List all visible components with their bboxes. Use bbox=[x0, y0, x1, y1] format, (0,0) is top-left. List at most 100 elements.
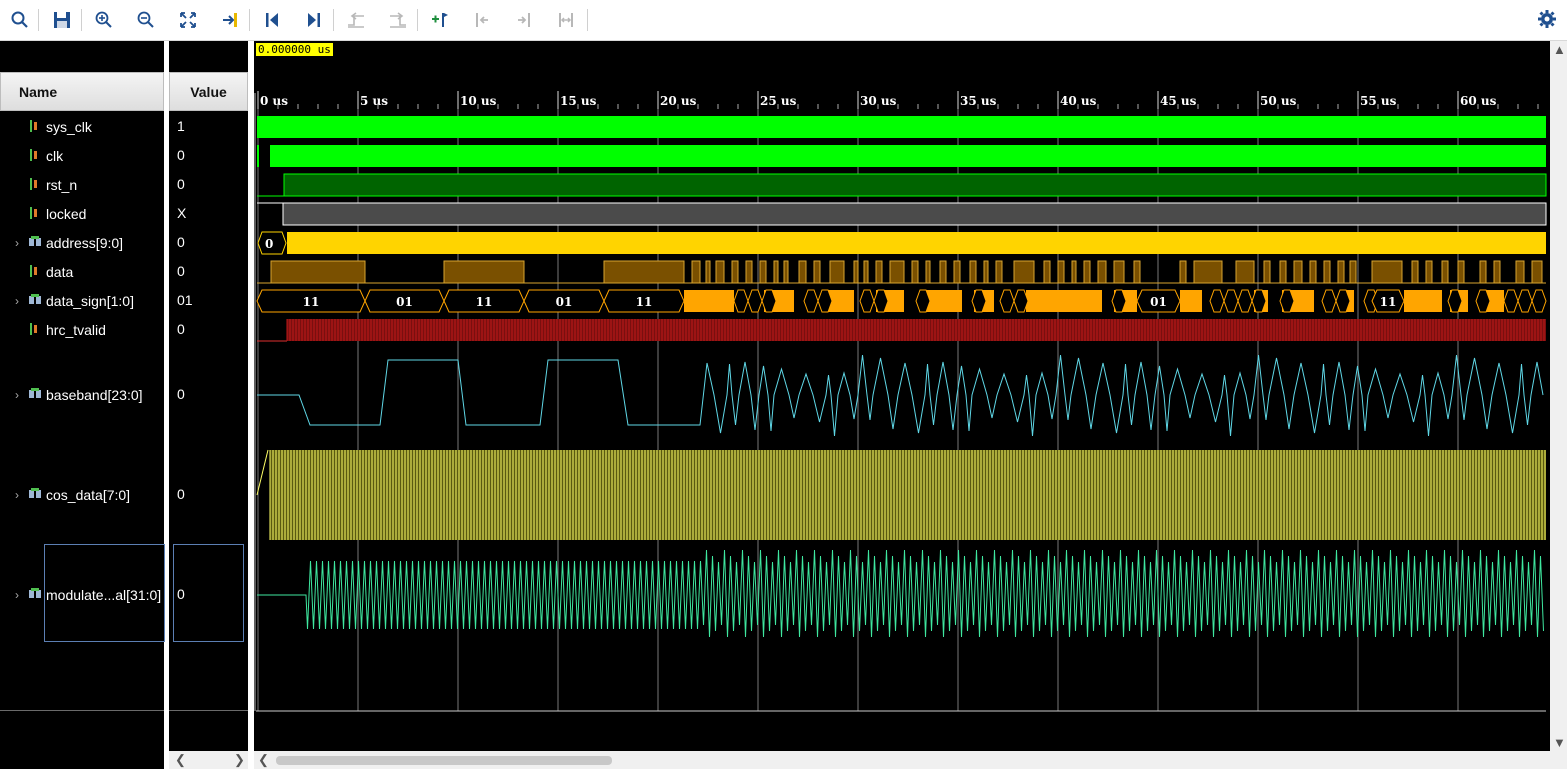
signal-value: 0 bbox=[177, 147, 185, 163]
value-column-header[interactable]: Value bbox=[169, 72, 248, 111]
wire-signal-icon bbox=[28, 322, 40, 339]
data-high-pulse bbox=[953, 260, 961, 284]
signal-name-label: hrc_tvalid bbox=[46, 322, 106, 338]
zoom-out-icon[interactable] bbox=[134, 8, 158, 32]
data-sign-value-label: 01 bbox=[556, 295, 573, 309]
data-high-pulse bbox=[705, 260, 711, 284]
data-sign-value-label: 11 bbox=[476, 295, 493, 309]
locked-wave bbox=[282, 202, 1547, 226]
data-sign-value-label: 01 bbox=[1150, 295, 1167, 309]
value-scroll-right-icon[interactable]: ❯ bbox=[234, 752, 245, 768]
go-to-end-icon[interactable] bbox=[302, 8, 326, 32]
data-high-pulse bbox=[1133, 260, 1141, 284]
clk-wave-pulse bbox=[257, 145, 259, 167]
data-high-pulse bbox=[1323, 260, 1331, 284]
signal-row-2[interactable]: rst_n bbox=[0, 175, 164, 195]
add-marker-icon[interactable] bbox=[428, 8, 452, 32]
signal-row-6[interactable]: › data_sign[1:0] bbox=[0, 291, 164, 311]
data-high-pulse bbox=[875, 260, 883, 284]
save-icon[interactable] bbox=[50, 8, 74, 32]
data-high-pulse bbox=[1337, 260, 1345, 284]
go-to-cursor-icon[interactable] bbox=[218, 8, 242, 32]
data-high-pulse bbox=[1309, 260, 1317, 284]
data-sign-orange-segment bbox=[926, 290, 962, 312]
name-column-header[interactable]: Name bbox=[0, 72, 164, 111]
data-high-pulse bbox=[270, 260, 366, 284]
signal-name-label: address[9:0] bbox=[46, 235, 124, 251]
signal-value: 0 bbox=[177, 234, 185, 250]
bus-signal-icon bbox=[28, 387, 41, 403]
selected-row-outline bbox=[44, 544, 165, 642]
bus-signal-icon bbox=[28, 293, 41, 309]
address-value-label: 0 bbox=[265, 237, 273, 251]
data-high-pulse bbox=[759, 260, 767, 284]
data-high-pulse bbox=[603, 260, 685, 284]
data-high-pulse bbox=[969, 260, 977, 284]
signal-value: 01 bbox=[177, 292, 193, 308]
value-scroll-left-icon[interactable]: ❮ bbox=[175, 752, 186, 768]
expand-chevron-icon[interactable]: › bbox=[10, 294, 24, 308]
selected-value-outline bbox=[173, 544, 244, 642]
data-high-pulse bbox=[731, 260, 739, 284]
data-high-pulse bbox=[1057, 260, 1065, 284]
zoom-in-icon[interactable] bbox=[92, 8, 116, 32]
data-high-pulse bbox=[1179, 260, 1187, 284]
next-marker-icon[interactable] bbox=[512, 8, 536, 32]
signal-name-label: baseband[23:0] bbox=[46, 387, 143, 403]
data-high-pulse bbox=[773, 260, 779, 284]
time-tick-label: 5 us bbox=[360, 94, 388, 108]
data-high-pulse bbox=[995, 260, 1003, 284]
wire-signal-icon bbox=[28, 206, 40, 223]
data-high-pulse bbox=[783, 260, 789, 284]
scroll-down-icon[interactable]: ▼ bbox=[1553, 735, 1566, 750]
clk-wave bbox=[270, 145, 1546, 167]
data-high-pulse bbox=[1457, 260, 1465, 284]
expand-chevron-icon[interactable]: › bbox=[10, 388, 24, 402]
previous-transition-icon[interactable] bbox=[344, 8, 368, 32]
go-to-start-icon[interactable] bbox=[260, 8, 284, 32]
wave-scroll-left-icon[interactable]: ❮ bbox=[258, 752, 269, 768]
signal-value: 0 bbox=[177, 486, 185, 502]
search-icon[interactable] bbox=[8, 8, 32, 32]
wire-signal-icon bbox=[28, 119, 40, 136]
signal-row-5[interactable]: data bbox=[0, 262, 164, 282]
expand-chevron-icon[interactable]: › bbox=[10, 488, 24, 502]
vertical-scrollbar[interactable] bbox=[1550, 41, 1567, 751]
signal-name-label: clk bbox=[46, 148, 64, 164]
data-high-pulse bbox=[745, 260, 753, 284]
signal-value: 0 bbox=[177, 321, 185, 337]
bus-signal-icon bbox=[28, 487, 41, 503]
signal-row-3[interactable]: locked bbox=[0, 204, 164, 224]
wave-scroll-thumb[interactable] bbox=[276, 756, 612, 765]
zoom-fit-icon[interactable] bbox=[176, 8, 200, 32]
signal-row-1[interactable]: clk bbox=[0, 146, 164, 166]
signal-value: X bbox=[177, 205, 187, 221]
previous-marker-icon[interactable] bbox=[470, 8, 494, 32]
cursor-time-label: 0.000000 us bbox=[256, 43, 333, 56]
data-high-pulse bbox=[1193, 260, 1223, 284]
name-header-label: Name bbox=[19, 83, 58, 100]
data-high-pulse bbox=[1071, 260, 1077, 284]
data-sign-orange-segment bbox=[684, 290, 734, 312]
next-transition-icon[interactable] bbox=[386, 8, 410, 32]
data-high-pulse bbox=[813, 260, 821, 284]
expand-chevron-icon[interactable]: › bbox=[10, 236, 24, 250]
scroll-up-icon[interactable]: ▲ bbox=[1553, 42, 1566, 57]
settings-icon[interactable] bbox=[1537, 9, 1557, 29]
expand-chevron-icon[interactable]: › bbox=[10, 588, 24, 602]
signal-row-8[interactable]: › baseband[23:0] bbox=[0, 385, 164, 405]
signal-row-9[interactable]: › cos_data[7:0] bbox=[0, 485, 164, 505]
signal-name-label: data_sign[1:0] bbox=[46, 293, 134, 309]
swap-cursors-icon[interactable] bbox=[554, 8, 578, 32]
name-value-splitter[interactable] bbox=[164, 41, 169, 769]
signal-name-label: rst_n bbox=[46, 177, 78, 193]
data-high-pulse bbox=[1263, 260, 1271, 284]
waveform-canvas[interactable]: 0 us 5 us 10 us 15 us 20 us 25 us 30 us 35 us 40… bbox=[254, 41, 1550, 751]
signal-row-4[interactable]: › address[9:0] bbox=[0, 233, 164, 253]
data-high-pulse bbox=[1279, 260, 1287, 284]
signal-name-label: locked bbox=[46, 206, 87, 222]
signal-row-7[interactable]: hrc_tvalid bbox=[0, 320, 164, 340]
signal-row-0[interactable]: sys_clk bbox=[0, 117, 164, 137]
data-sign-orange-segment bbox=[1180, 290, 1202, 312]
signal-name-label: sys_clk bbox=[46, 119, 92, 135]
